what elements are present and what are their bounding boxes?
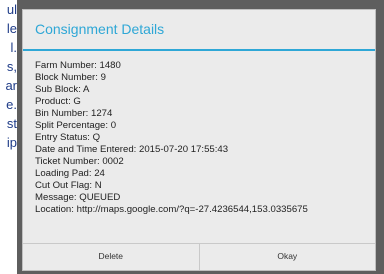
- background-text-fragment: l.: [10, 40, 18, 55]
- delete-button[interactable]: Delete: [23, 244, 199, 270]
- detail-cut-out-flag: Cut Out Flag: N: [35, 180, 102, 191]
- detail-ticket-number: Ticket Number: 0002: [35, 156, 124, 167]
- background-text-fragment: st: [6, 116, 17, 131]
- consignment-details-dialog: Consignment Details Farm Number: 1480 Bl…: [22, 9, 376, 271]
- detail-location: Location: http://maps.google.com/?q=-27.…: [35, 204, 308, 215]
- detail-message: Message: QUEUED: [35, 192, 121, 203]
- title-divider: [23, 49, 375, 51]
- detail-farm-number: Farm Number: 1480: [35, 60, 121, 71]
- detail-entry-status: Entry Status: Q: [35, 132, 101, 143]
- detail-date-time-entered: Date and Time Entered: 2015-07-20 17:55:…: [35, 144, 229, 155]
- background-text-fragment: e.: [6, 97, 17, 112]
- background-text-fragment: ar: [5, 78, 17, 93]
- detail-split-percentage: Split Percentage: 0: [35, 120, 117, 131]
- detail-bin-number: Bin Number: 1274: [35, 108, 113, 119]
- detail-loading-pad: Loading Pad: 24: [35, 168, 105, 179]
- background-text-fragment: s,: [6, 59, 17, 74]
- background-document-text: ul le l. s, ar e. st ip: [0, 0, 17, 274]
- dialog-button-bar: Delete Okay: [23, 243, 375, 270]
- detail-block-number: Block Number: 9: [35, 72, 106, 83]
- background-text-fragment: le: [6, 21, 17, 36]
- detail-sub-block: Sub Block: A: [35, 84, 90, 95]
- detail-product: Product: G: [35, 96, 81, 107]
- background-text-fragment: ul: [6, 2, 17, 17]
- dialog-title: Consignment Details: [35, 21, 165, 37]
- details-list: Farm Number: 1480 Block Number: 9 Sub Bl…: [35, 60, 373, 216]
- okay-button[interactable]: Okay: [198, 244, 376, 270]
- background-text-fragment: ip: [6, 135, 17, 150]
